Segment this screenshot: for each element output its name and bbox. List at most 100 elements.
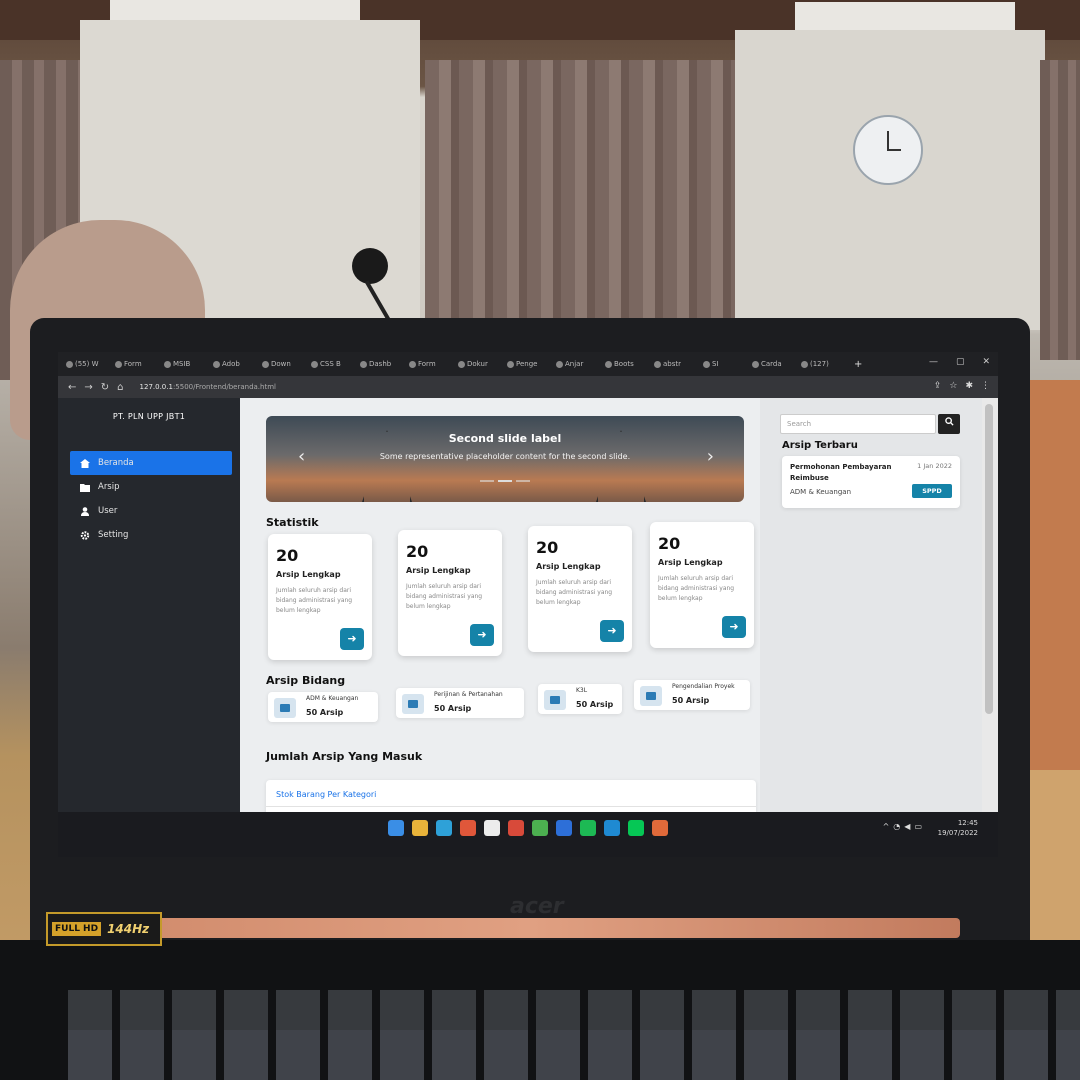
tab-favicon-icon (507, 360, 514, 368)
stat-detail-button[interactable]: ➜ (340, 628, 364, 650)
reload-icon[interactable]: ↻ (101, 382, 109, 393)
sidebar-item-user[interactable]: User (70, 499, 232, 523)
search-input[interactable]: Search (780, 414, 936, 434)
bidang-count: 50 Arsip (434, 704, 472, 713)
browser-tab[interactable]: CSS B (311, 360, 357, 368)
taskbar-clock[interactable]: 12:45 19/07/2022 (938, 818, 978, 838)
arsip-bidang-heading: Arsip Bidang (266, 674, 346, 687)
browser-tab[interactable]: Carda (752, 360, 798, 368)
office-icon[interactable] (508, 820, 524, 836)
browser-tab[interactable]: Boots (605, 360, 651, 368)
windows-start-icon[interactable] (388, 820, 404, 836)
extension-icons: ⇪ ☆ ✱ ⋮ (934, 381, 990, 391)
scrollbar[interactable] (982, 398, 998, 812)
browser-tab[interactable]: SI (703, 360, 749, 368)
tab-favicon-icon (115, 360, 122, 368)
jumlah-arsip-heading: Jumlah Arsip Yang Masuk (266, 750, 423, 763)
stat-card: 20 Arsip Lengkap Jumlah seluruh arsip da… (268, 534, 372, 660)
carousel-prev-button[interactable]: ‹ (298, 446, 305, 467)
spotify-icon[interactable] (580, 820, 596, 836)
browser-tab[interactable]: Form (409, 360, 455, 368)
new-tab-button[interactable]: + (854, 359, 862, 370)
sidebar-item-beranda[interactable]: Beranda (70, 451, 232, 475)
stat-description: Jumlah seluruh arsip dari bidang adminis… (536, 579, 613, 606)
folder-icon (640, 686, 662, 706)
carousel-indicator[interactable] (498, 480, 512, 482)
stat-value: 20 (406, 542, 429, 561)
recent-category: ADM & Keuangan (790, 488, 852, 496)
line-icon[interactable] (628, 820, 644, 836)
bidang-card[interactable]: Pengendalian Proyek 50 Arsip (634, 680, 750, 710)
puzzle-icon[interactable]: ✱ (965, 381, 973, 391)
browser-tab[interactable]: Penge (507, 360, 553, 368)
stat-card: 20 Arsip Lengkap Jumlah seluruh arsip da… (650, 522, 754, 648)
maps-icon[interactable] (532, 820, 548, 836)
bidang-count: 50 Arsip (576, 700, 614, 709)
home-icon[interactable]: ⌂ (117, 382, 123, 393)
sidebar-item-arsip[interactable]: Arsip (70, 475, 232, 499)
scrollbar-thumb[interactable] (985, 404, 993, 714)
url-path: :5500/Frontend/beranda.html (172, 383, 276, 391)
microphone (352, 248, 388, 284)
system-tray: ^◔◀▭ (883, 822, 926, 831)
minimize-icon[interactable]: — (929, 357, 938, 367)
sidebar-item-label: User (98, 506, 118, 516)
volume-icon[interactable]: ◀ (904, 822, 914, 831)
bidang-card[interactable]: Perijinan & Pertanahan 50 Arsip (396, 688, 524, 718)
stat-detail-button[interactable]: ➜ (722, 616, 746, 638)
user-icon (81, 506, 89, 516)
curtain-center (425, 60, 740, 330)
wall-clock (853, 115, 923, 185)
bidang-card[interactable]: K3L 50 Arsip (538, 684, 622, 714)
carousel-next-button[interactable]: › (707, 446, 714, 467)
search-button[interactable] (938, 414, 960, 434)
app-icon[interactable] (652, 820, 668, 836)
browser-tab[interactable]: Down (262, 360, 308, 368)
bidang-card[interactable]: ADM & Keuangan 50 Arsip (268, 692, 378, 722)
stat-detail-button[interactable]: ➜ (470, 624, 494, 646)
browser-tab[interactable]: (127) (801, 360, 847, 368)
browser-tab[interactable]: MSIB (164, 360, 210, 368)
carousel-caption: Some representative placeholder content … (379, 452, 631, 461)
os-taskbar: ^◔◀▭ 12:45 19/07/2022 (58, 812, 998, 857)
star-icon[interactable]: ☆ (949, 381, 957, 391)
carousel-indicator[interactable] (516, 480, 530, 482)
browser-tab[interactable]: Dokur (458, 360, 504, 368)
url-field[interactable]: 127.0.0.1:5500/Frontend/beranda.html (140, 383, 276, 391)
tab-favicon-icon (703, 360, 710, 368)
back-icon[interactable]: ← (68, 382, 76, 393)
mail-icon[interactable] (556, 820, 572, 836)
wifi-icon[interactable]: ◔ (893, 822, 904, 831)
browser-tab[interactable]: Adob (213, 360, 259, 368)
chart-title: Stok Barang Per Kategori (276, 790, 377, 799)
battery-icon[interactable]: ▭ (914, 822, 926, 831)
tab-favicon-icon (409, 360, 416, 368)
browser-tab[interactable]: Form (115, 360, 161, 368)
recent-archive-card[interactable]: Permohonan Pembayaran Reimbuse 1 Jan 202… (782, 456, 960, 508)
browser-tab[interactable]: (55) W (66, 360, 112, 368)
menu-dots-icon[interactable]: ⋮ (981, 381, 990, 391)
close-icon[interactable]: ✕ (982, 357, 990, 367)
window-controls: — ▢ ✕ (929, 357, 990, 367)
maximize-icon[interactable]: ▢ (956, 357, 965, 367)
tab-favicon-icon (311, 360, 318, 368)
tab-favicon-icon (556, 360, 563, 368)
home-icon (80, 458, 90, 468)
forward-icon[interactable]: → (84, 382, 92, 393)
sidebar-item-setting[interactable]: Setting (70, 523, 232, 547)
file-explorer-icon[interactable] (412, 820, 428, 836)
chevron-up-icon[interactable]: ^ (883, 822, 894, 831)
browser-tab[interactable]: Dashb (360, 360, 406, 368)
bidang-name: ADM & Keuangan (306, 695, 359, 702)
store-icon[interactable] (484, 820, 500, 836)
vscode-icon[interactable] (604, 820, 620, 836)
share-icon[interactable]: ⇪ (934, 381, 942, 391)
browser-tab[interactable]: Anjar (556, 360, 602, 368)
browser-tab[interactable]: abstr (654, 360, 700, 368)
edge-icon[interactable] (436, 820, 452, 836)
stat-detail-button[interactable]: ➜ (600, 620, 624, 642)
divider (266, 806, 756, 807)
carousel-indicator[interactable] (480, 480, 494, 482)
laptop-brand-logo: acer (510, 894, 564, 919)
chrome-icon[interactable] (460, 820, 476, 836)
